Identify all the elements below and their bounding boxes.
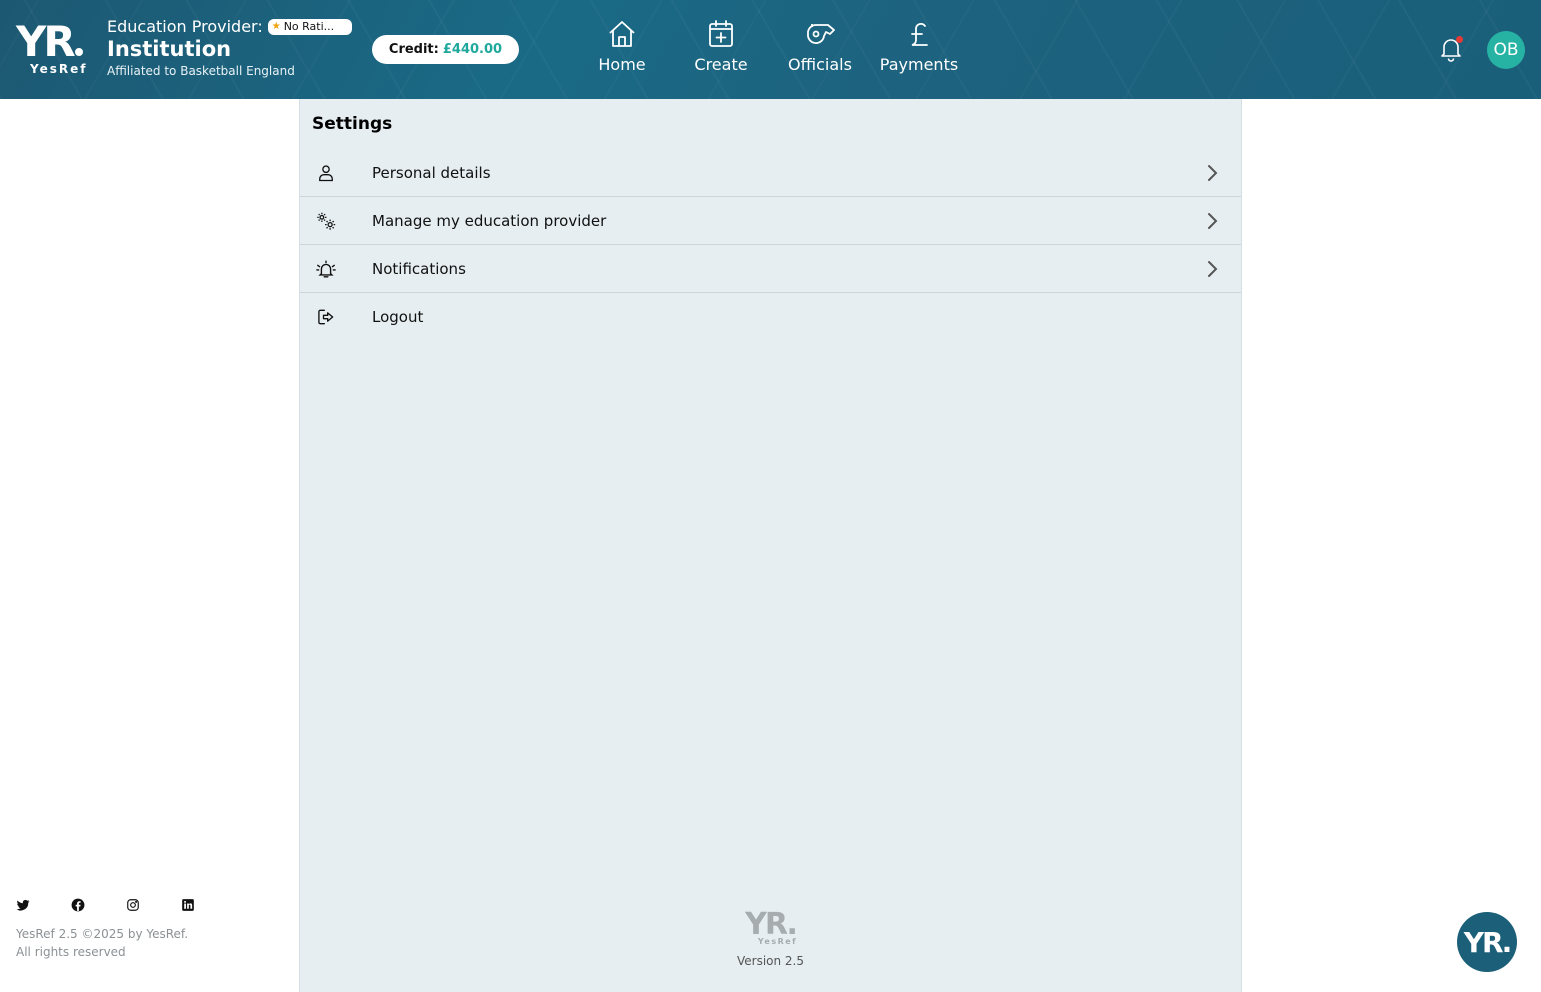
credit-amount: £440.00 [442, 42, 503, 57]
menu-item-notifications[interactable]: Notifications [300, 245, 1241, 293]
settings-menu: Personal details Manage my education pro… [300, 149, 1241, 341]
page-title: Settings [312, 114, 393, 134]
copyright-line-2: All rights reserved [16, 945, 126, 959]
nav-payments-label: Payments [879, 55, 959, 74]
whistle-icon [807, 24, 835, 44]
nav-home-label: Home [598, 55, 646, 74]
provider-label: Education Provider: [107, 17, 263, 36]
nav-create[interactable]: Create [694, 18, 748, 74]
copyright-line-1: YesRef 2.5 ©2025 by YesRef. [16, 927, 189, 941]
credit-label: Credit: [388, 42, 439, 57]
social-links [16, 898, 195, 912]
nav-officials-label: Officials [788, 55, 852, 74]
nav-home[interactable]: Home [597, 18, 647, 74]
logout-icon [314, 305, 338, 329]
notification-dot [1456, 36, 1463, 43]
yesref-logo[interactable]: YR YesRef [16, 20, 94, 80]
home-icon [609, 21, 635, 47]
linkedin-icon[interactable] [181, 898, 195, 912]
rating-badge: ★ No Rati... [267, 18, 352, 35]
nav-create-label: Create [694, 55, 748, 74]
yesref-floating-button[interactable]: YR. [1457, 912, 1517, 972]
fab-logo: YR [1463, 925, 1504, 959]
affiliation-text: Affiliated to Basketball England [107, 64, 295, 78]
menu-item-personal-details[interactable]: Personal details [300, 149, 1241, 197]
twitter-icon[interactable] [16, 898, 30, 912]
menu-item-label: Logout [372, 308, 424, 326]
credit-pill[interactable]: Credit: £440.00 [372, 35, 519, 64]
copyright: YesRef 2.5 ©2025 by YesRef. All rights r… [16, 925, 188, 961]
pound-icon [911, 23, 928, 46]
settings-panel: Settings Personal details Manage my educ… [299, 99, 1242, 992]
menu-item-logout[interactable]: Logout [300, 293, 1241, 341]
chevron-right-icon [1208, 260, 1218, 277]
provider-line: Education Provider: ★ No Rati... [107, 17, 352, 36]
nav-payments[interactable]: Payments [878, 18, 960, 74]
notifications-button[interactable] [1437, 35, 1465, 63]
menu-item-label: Manage my education provider [372, 211, 607, 230]
logo-wordmark: YesRef [30, 62, 88, 76]
bell-ring-icon [314, 257, 338, 281]
rating-text: No Rati... [283, 20, 335, 33]
facebook-icon[interactable] [71, 898, 85, 912]
calendar-plus-icon [709, 20, 733, 47]
chevron-right-icon [1208, 164, 1218, 181]
institution-name: Institution [107, 37, 232, 61]
footer-logo: YR. [745, 907, 798, 942]
menu-item-manage-education-provider[interactable]: Manage my education provider [300, 197, 1241, 245]
menu-item-label: Personal details [372, 163, 491, 182]
star-icon: ★ [271, 21, 281, 32]
avatar[interactable]: OB [1487, 31, 1525, 69]
panel-footer: YR. YesRef Version 2.5 [300, 907, 1241, 969]
instagram-icon[interactable] [126, 898, 140, 912]
menu-item-label: Notifications [372, 259, 466, 278]
version-text: Version 2.5 [736, 954, 805, 968]
footer-logo-wordmark: YesRef [757, 937, 798, 946]
top-header: YR YesRef Education Provider: ★ No Rati.… [0, 0, 1541, 99]
header-pattern [0, 0, 1541, 99]
chevron-right-icon [1208, 212, 1218, 229]
fab-dot: . [1501, 925, 1513, 959]
person-icon [314, 161, 338, 185]
nav-officials[interactable]: Officials [787, 18, 853, 74]
gears-icon [314, 209, 338, 233]
logo-mark: YR [16, 20, 94, 64]
